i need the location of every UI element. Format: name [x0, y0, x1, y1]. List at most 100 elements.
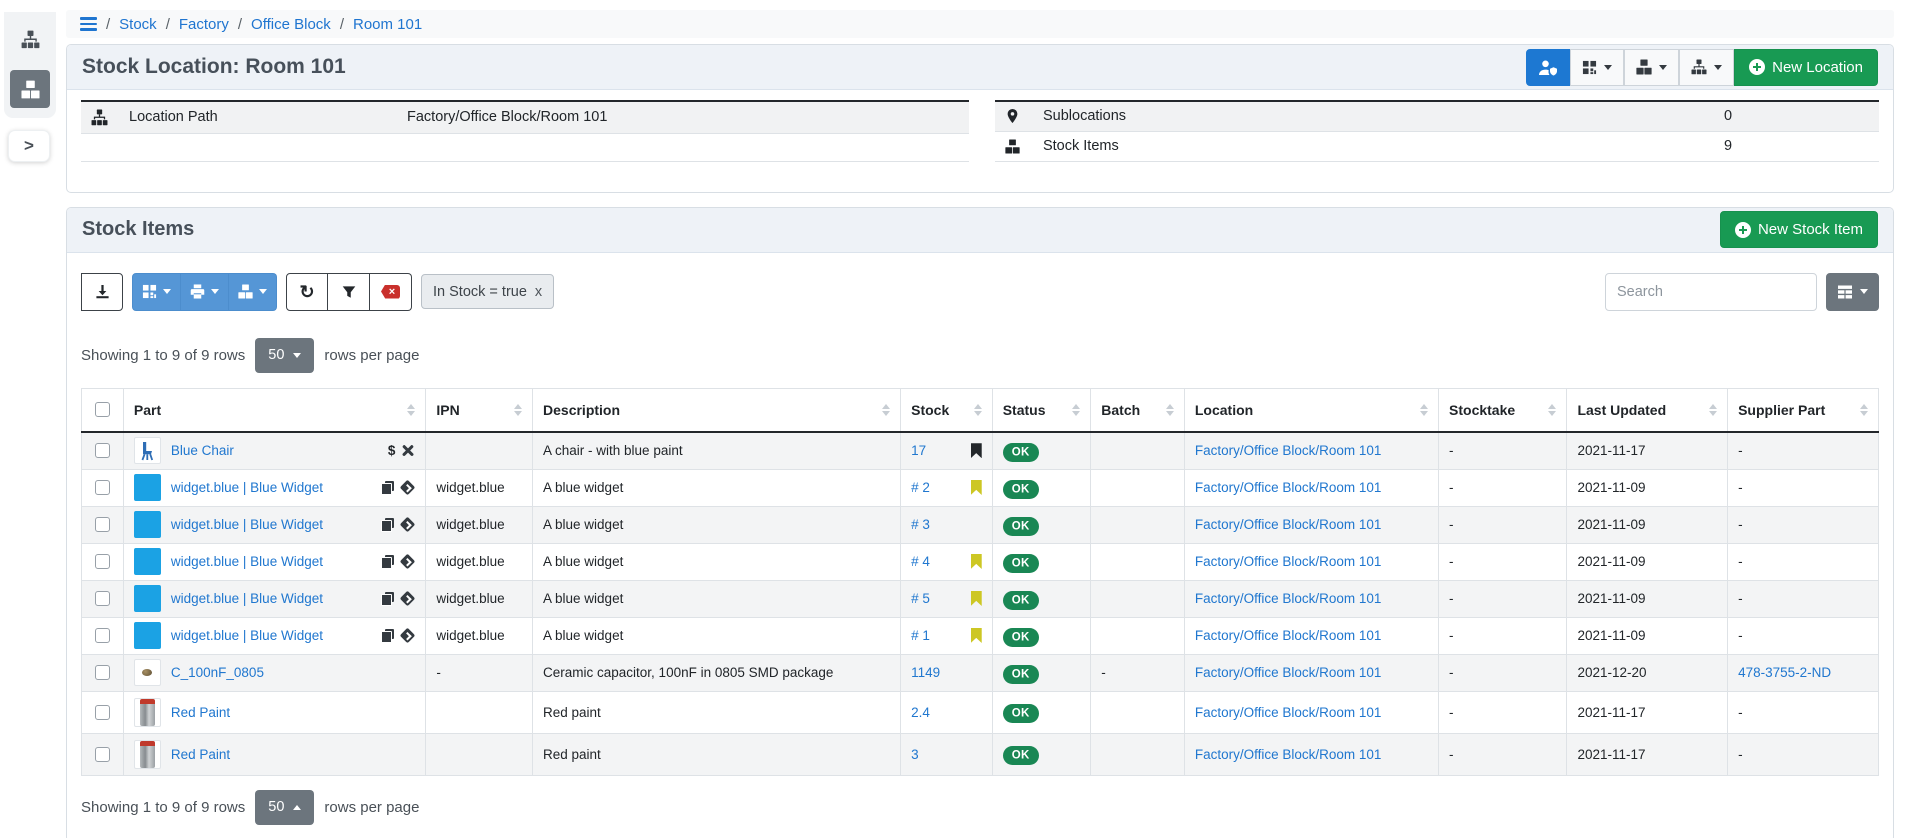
stocktake-cell: - [1439, 432, 1567, 469]
row-checkbox[interactable] [95, 554, 110, 569]
column-header-part[interactable]: Part [123, 388, 425, 432]
row-checkbox[interactable] [95, 517, 110, 532]
refresh-button[interactable]: ↻ [286, 273, 328, 311]
sort-icon[interactable] [882, 404, 890, 416]
column-header-stock[interactable]: Stock [901, 388, 993, 432]
location-link[interactable]: Factory/Office Block/Room 101 [1195, 480, 1382, 495]
location-link[interactable]: Factory/Office Block/Room 101 [1195, 628, 1382, 643]
barcode-actions-button[interactable] [1570, 49, 1624, 86]
page-size-dropdown[interactable]: 50 [255, 338, 314, 373]
column-header-ipn[interactable]: IPN [426, 388, 533, 432]
sitemap-icon [81, 101, 123, 133]
filter-button[interactable] [328, 273, 370, 311]
row-checkbox[interactable] [95, 628, 110, 643]
sort-icon[interactable] [1166, 404, 1174, 416]
new-location-button[interactable]: New Location [1734, 49, 1878, 86]
part-link[interactable]: Red Paint [171, 705, 230, 720]
breadcrumb-link-factory[interactable]: Factory [179, 16, 229, 33]
filter-chip-close[interactable]: x [535, 284, 542, 300]
location-link[interactable]: Factory/Office Block/Room 101 [1195, 443, 1382, 458]
row-checkbox[interactable] [95, 443, 110, 458]
part-link[interactable]: widget.blue | Blue Widget [171, 628, 323, 643]
blue-thumbnail [134, 622, 161, 649]
sidebar-expand-button[interactable]: > [8, 130, 50, 162]
stock-cell: 1149 [901, 654, 993, 691]
barcode-dropdown-button[interactable] [132, 273, 181, 311]
sort-icon[interactable] [974, 404, 982, 416]
part-link[interactable]: Red Paint [171, 747, 230, 762]
sidebar-item-stock[interactable] [10, 70, 50, 108]
stock-item-link[interactable]: 2.4 [911, 705, 930, 720]
part-link[interactable]: widget.blue | Blue Widget [171, 554, 323, 569]
stock-item-link[interactable]: # 3 [911, 517, 930, 532]
breadcrumb-link-office-block[interactable]: Office Block [251, 16, 331, 33]
chevron-down-icon [1604, 65, 1612, 70]
columns-dropdown-button[interactable] [1826, 273, 1879, 311]
row-checkbox[interactable] [95, 747, 110, 762]
sort-icon[interactable] [1860, 404, 1868, 416]
print-dropdown-button[interactable] [181, 273, 229, 311]
location-link[interactable]: Factory/Office Block/Room 101 [1195, 591, 1382, 606]
row-checkbox[interactable] [95, 480, 110, 495]
part-link[interactable]: Blue Chair [171, 443, 234, 458]
location-link[interactable]: Factory/Office Block/Room 101 [1195, 665, 1382, 680]
stock-item-link[interactable]: 1149 [911, 665, 940, 680]
column-header-last-updated[interactable]: Last Updated [1567, 388, 1728, 432]
stock-item-link[interactable]: # 5 [911, 591, 930, 606]
paint-thumbnail [134, 698, 161, 727]
user-shield-icon [1538, 59, 1558, 76]
stock-item-link[interactable]: # 1 [911, 628, 930, 643]
remove-filters-button[interactable]: × [370, 273, 412, 311]
column-header-stocktake[interactable]: Stocktake [1439, 388, 1567, 432]
row-checkbox[interactable] [95, 665, 110, 680]
page-size-dropdown[interactable]: 50 [255, 790, 314, 825]
location-link[interactable]: Factory/Office Block/Room 101 [1195, 517, 1382, 532]
column-header-description[interactable]: Description [533, 388, 901, 432]
description-cell: Ceramic capacitor, 100nF in 0805 SMD pac… [533, 654, 901, 691]
column-header-location[interactable]: Location [1184, 388, 1438, 432]
location-link[interactable]: Factory/Office Block/Room 101 [1195, 747, 1382, 762]
last-updated-cell: 2021-12-20 [1567, 654, 1728, 691]
row-checkbox[interactable] [95, 591, 110, 606]
column-header-batch[interactable]: Batch [1091, 388, 1185, 432]
stock-actions-button[interactable] [1624, 49, 1679, 86]
stock-options-dropdown-button[interactable] [229, 273, 277, 311]
supplier-part-link[interactable]: 478-3755-2-ND [1738, 665, 1831, 680]
black-bookmark-icon [971, 443, 982, 458]
part-link[interactable]: widget.blue | Blue Widget [171, 591, 323, 606]
column-header-status[interactable]: Status [992, 388, 1091, 432]
sort-icon[interactable] [1072, 404, 1080, 416]
table-row: widget.blue | Blue Widget widget.blue A … [82, 506, 1879, 543]
last-updated-cell: 2021-11-09 [1567, 580, 1728, 617]
stock-item-link[interactable]: # 2 [911, 480, 930, 495]
part-link[interactable]: C_100nF_0805 [171, 665, 264, 680]
column-header-supplier-part[interactable]: Supplier Part [1728, 388, 1879, 432]
location-actions-button[interactable] [1679, 49, 1734, 86]
location-link[interactable]: Factory/Office Block/Room 101 [1195, 705, 1382, 720]
search-input[interactable] [1605, 273, 1817, 311]
select-all-checkbox[interactable] [95, 402, 110, 417]
sort-icon[interactable] [1548, 404, 1556, 416]
sidebar-item-location-tree[interactable] [10, 20, 50, 58]
breadcrumb-link-room-101[interactable]: Room 101 [353, 16, 422, 33]
stock-item-link[interactable]: # 4 [911, 554, 930, 569]
breadcrumb-link-stock[interactable]: Stock [119, 16, 157, 33]
stock-cell: 2.4 [901, 691, 993, 733]
export-button[interactable] [81, 273, 123, 311]
sort-icon[interactable] [514, 404, 522, 416]
sort-icon[interactable] [1709, 404, 1717, 416]
new-stock-item-button[interactable]: New Stock Item [1720, 211, 1878, 248]
row-checkbox[interactable] [95, 705, 110, 720]
part-cell: widget.blue | Blue Widget [123, 469, 425, 506]
sitemap-icon [21, 30, 40, 49]
part-link[interactable]: widget.blue | Blue Widget [171, 480, 323, 495]
menu-icon[interactable] [80, 17, 97, 31]
stock-item-link[interactable]: 17 [911, 443, 926, 458]
location-link[interactable]: Factory/Office Block/Room 101 [1195, 554, 1382, 569]
description-cell: A chair - with blue paint [533, 432, 901, 469]
sort-icon[interactable] [407, 404, 415, 416]
sort-icon[interactable] [1420, 404, 1428, 416]
admin-button[interactable] [1526, 49, 1570, 86]
part-link[interactable]: widget.blue | Blue Widget [171, 517, 323, 532]
stock-item-link[interactable]: 3 [911, 747, 919, 762]
